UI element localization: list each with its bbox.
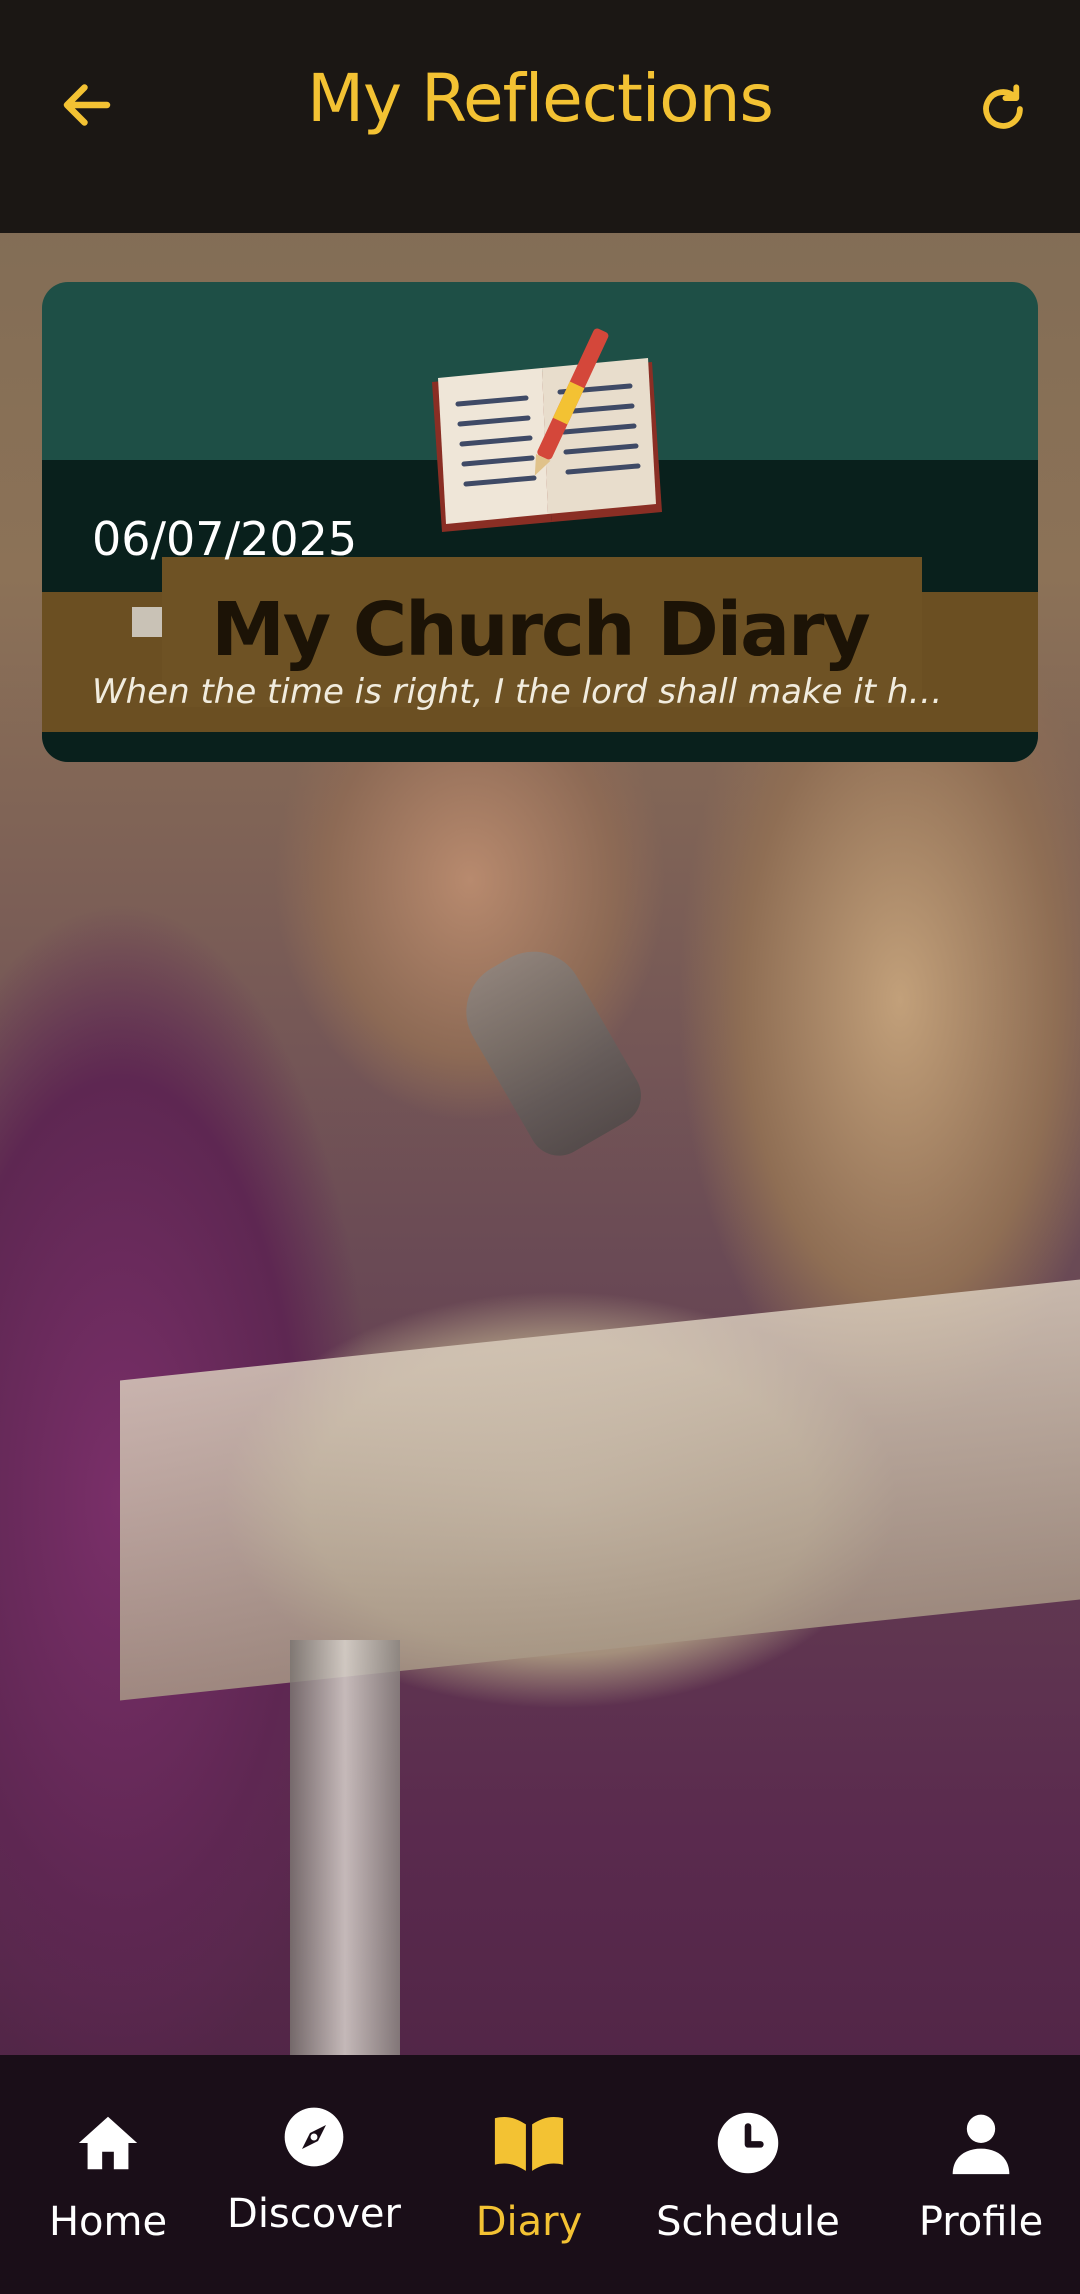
nav-item-home[interactable]: Home [0,2055,216,2294]
nav-label-discover: Discover [227,2191,401,2237]
nav-label-diary: Diary [475,2199,583,2245]
page-title: My Reflections [307,60,774,137]
person-icon [952,2114,1010,2175]
entry-date: 06/07/2025 [92,512,358,566]
compass-icon [284,2107,344,2167]
banner-title: My Church Diary [211,587,871,673]
nav-item-discover[interactable]: Discover [206,2055,422,2294]
refresh-icon [983,84,1023,129]
nav-label-schedule: Schedule [656,2199,840,2245]
nav-label-profile: Profile [918,2199,1044,2245]
nav-item-profile[interactable]: Profile [873,2055,1080,2294]
app-header: My Reflections [0,0,1080,233]
background-pillar [290,1640,400,2060]
nav-label-home: Home [48,2199,168,2245]
diary-entry-card[interactable]: My Church Diary 06/07/2025 When the time… [42,282,1038,762]
nav-item-schedule[interactable]: Schedule [640,2055,856,2294]
book-icon [494,2116,564,2171]
home-icon [78,2116,138,2170]
entry-excerpt: When the time is right, I the lord shall… [92,672,943,712]
refresh-button[interactable] [968,74,1038,144]
bottom-navigation: Home Discover Diary Schedule Profile [0,2055,1080,2294]
clock-icon [717,2112,779,2174]
nav-item-diary[interactable]: Diary [421,2055,637,2294]
open-book-pencil-icon [432,328,662,532]
